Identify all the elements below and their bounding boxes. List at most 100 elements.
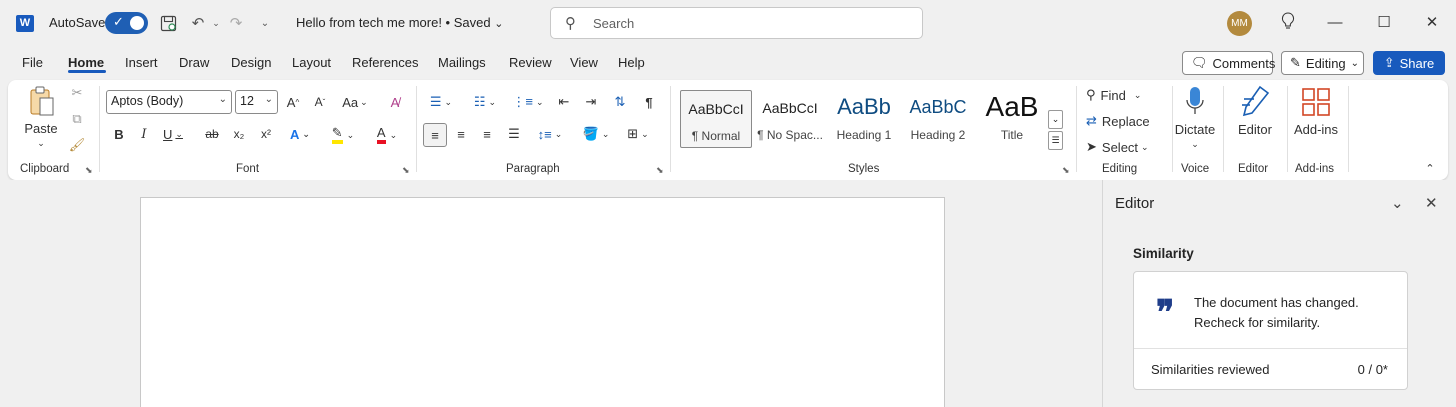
style-heading-1[interactable]: AaBb Heading 1: [828, 90, 900, 148]
font-name-combobox[interactable]: Aptos (Body) ⌄: [106, 90, 232, 114]
dictate-button[interactable]: Dictate: [1172, 121, 1218, 137]
text-effects-icon[interactable]: A ⌄: [284, 124, 316, 144]
shrink-font-icon[interactable]: Aˇ: [310, 92, 330, 112]
highlight-color-icon[interactable]: ✎ ⌄: [326, 124, 360, 146]
similarities-reviewed-value: 0 / 0*: [1357, 362, 1388, 377]
share-button[interactable]: ⇪ Share: [1373, 51, 1445, 75]
divider: [1287, 86, 1288, 172]
similarity-message: The document has changed. Recheck for si…: [1194, 295, 1359, 330]
superscript-icon[interactable]: x²: [257, 124, 275, 144]
select-button[interactable]: ➤ Select ⌄: [1086, 138, 1170, 156]
collapse-ribbon-icon[interactable]: ⌃: [1422, 160, 1438, 176]
chevron-down-icon[interactable]: ⌄: [1391, 194, 1404, 212]
dialog-launcher-icon[interactable]: ⬊: [85, 165, 93, 176]
subscript-icon[interactable]: x₂: [230, 124, 248, 144]
sort-icon[interactable]: ⇅: [610, 92, 630, 112]
editor-pen-icon[interactable]: [1238, 84, 1272, 118]
avatar[interactable]: MM: [1227, 11, 1252, 36]
borders-icon[interactable]: ⊞ ⌄: [620, 124, 656, 144]
copy-icon[interactable]: ⧉: [68, 110, 86, 128]
editing-mode-button[interactable]: ✎ Editing ⌄: [1281, 51, 1364, 75]
customize-quick-access-icon[interactable]: ⌄: [254, 12, 276, 34]
grow-font-icon[interactable]: A ^: [283, 92, 303, 112]
find-button[interactable]: ⚲ Find ⌄: [1086, 86, 1158, 104]
search-input[interactable]: ⚲ Search: [550, 7, 923, 39]
tab-help[interactable]: Help: [618, 55, 645, 70]
align-left-icon[interactable]: ≡: [423, 123, 447, 147]
multilevel-list-icon[interactable]: ⋮≡ ⌄: [511, 92, 545, 112]
pane-title: Editor: [1115, 195, 1155, 212]
format-painter-icon[interactable]: 🖌: [68, 136, 86, 154]
lightbulb-icon[interactable]: [1277, 12, 1299, 34]
style-no-spacing[interactable]: AaBbCcI ¶ No Spac...: [754, 90, 826, 148]
shading-icon[interactable]: 🪣 ⌄: [578, 124, 614, 144]
word-icon[interactable]: W: [16, 15, 34, 32]
document-page[interactable]: [140, 197, 945, 407]
tab-design[interactable]: Design: [231, 55, 271, 70]
tab-review[interactable]: Review: [509, 55, 552, 70]
underline-icon[interactable]: U ⌄: [160, 124, 186, 144]
italic-icon[interactable]: I: [135, 124, 153, 144]
dialog-launcher-icon[interactable]: ⬊: [402, 165, 410, 176]
active-tab-indicator: [68, 70, 106, 73]
paste-icon[interactable]: [26, 84, 56, 118]
line-spacing-icon[interactable]: ↕≡ ⌄: [532, 124, 568, 144]
decrease-indent-icon[interactable]: ⇤: [554, 92, 574, 112]
editing-group-label: Editing: [1102, 163, 1138, 175]
microphone-icon[interactable]: [1180, 84, 1210, 118]
comments-button[interactable]: 🗨 Comments: [1182, 51, 1275, 75]
close-icon[interactable]: ✕: [1421, 12, 1443, 34]
dialog-launcher-icon[interactable]: ⬊: [656, 165, 664, 176]
editor-button[interactable]: Editor: [1230, 121, 1280, 137]
dictate-dropdown-icon[interactable]: ⌄: [1172, 137, 1218, 151]
align-right-icon[interactable]: ≡: [477, 124, 497, 144]
document-title[interactable]: Hello from tech me more! • Saved ⌄: [296, 15, 503, 30]
font-size-combobox[interactable]: 12 ⌄: [235, 90, 278, 114]
tab-insert[interactable]: Insert: [125, 55, 158, 70]
search-placeholder: Search: [593, 16, 635, 31]
similarity-card[interactable]: ❞ The document has changed. Recheck for …: [1133, 271, 1408, 390]
increase-indent-icon[interactable]: ⇥: [581, 92, 601, 112]
clear-formatting-icon[interactable]: A̸: [385, 92, 405, 112]
close-icon[interactable]: ✕: [1425, 194, 1438, 212]
strikethrough-icon[interactable]: ab: [203, 124, 221, 144]
bold-icon[interactable]: B: [110, 124, 128, 144]
maximize-icon[interactable]: ☐: [1373, 12, 1395, 34]
style-heading-2[interactable]: AaBbC Heading 2: [902, 90, 974, 148]
similarities-reviewed-label: Similarities reviewed: [1151, 362, 1270, 377]
styles-gallery: AaBbCcI ¶ Normal AaBbCcI ¶ No Spac... Aa…: [680, 90, 1050, 150]
addins-button[interactable]: Add-ins: [1292, 121, 1340, 137]
style-normal[interactable]: AaBbCcI ¶ Normal: [680, 90, 752, 148]
align-center-icon[interactable]: ≡: [451, 124, 471, 144]
save-icon[interactable]: [157, 12, 179, 34]
share-icon: ⇪: [1383, 55, 1395, 70]
bullets-icon[interactable]: ☰ ⌄: [424, 92, 458, 112]
change-case-button[interactable]: Aa ⌄: [338, 92, 372, 112]
style-title[interactable]: AaB Title: [976, 90, 1048, 148]
tab-view[interactable]: View: [570, 55, 598, 70]
tab-mailings[interactable]: Mailings: [438, 55, 486, 70]
autosave-toggle[interactable]: ✓: [105, 12, 148, 34]
tab-layout[interactable]: Layout: [292, 55, 331, 70]
paste-button[interactable]: Paste: [20, 120, 62, 136]
paste-dropdown-icon[interactable]: ⌄: [20, 136, 62, 150]
cut-icon[interactable]: ✂: [68, 84, 86, 102]
tab-draw[interactable]: Draw: [179, 55, 209, 70]
redo-icon[interactable]: ↷: [225, 12, 247, 34]
tab-references[interactable]: References: [352, 55, 418, 70]
show-formatting-marks-icon[interactable]: ¶: [639, 92, 659, 112]
tab-home[interactable]: Home: [68, 55, 104, 70]
minimize-icon[interactable]: —: [1324, 12, 1346, 34]
title-bar: W AutoSave ✓ ↶ ⌄ ↷ ⌄ Hello from tech me …: [0, 0, 1456, 46]
gallery-expand-icon[interactable]: ☰: [1048, 131, 1063, 150]
dialog-launcher-icon[interactable]: ⬊: [1062, 165, 1070, 176]
font-color-icon[interactable]: A ⌄: [370, 124, 404, 146]
gallery-more-icon[interactable]: ⌄: [1048, 110, 1063, 129]
addins-icon[interactable]: [1300, 86, 1332, 118]
undo-dropdown-icon[interactable]: ⌄: [205, 12, 227, 34]
justify-icon[interactable]: ☰: [504, 124, 524, 144]
tab-file[interactable]: File: [22, 55, 43, 70]
numbering-icon[interactable]: ☷ ⌄: [468, 92, 502, 112]
toggle-knob: [130, 16, 144, 30]
replace-button[interactable]: ⇄ Replace: [1086, 112, 1170, 130]
